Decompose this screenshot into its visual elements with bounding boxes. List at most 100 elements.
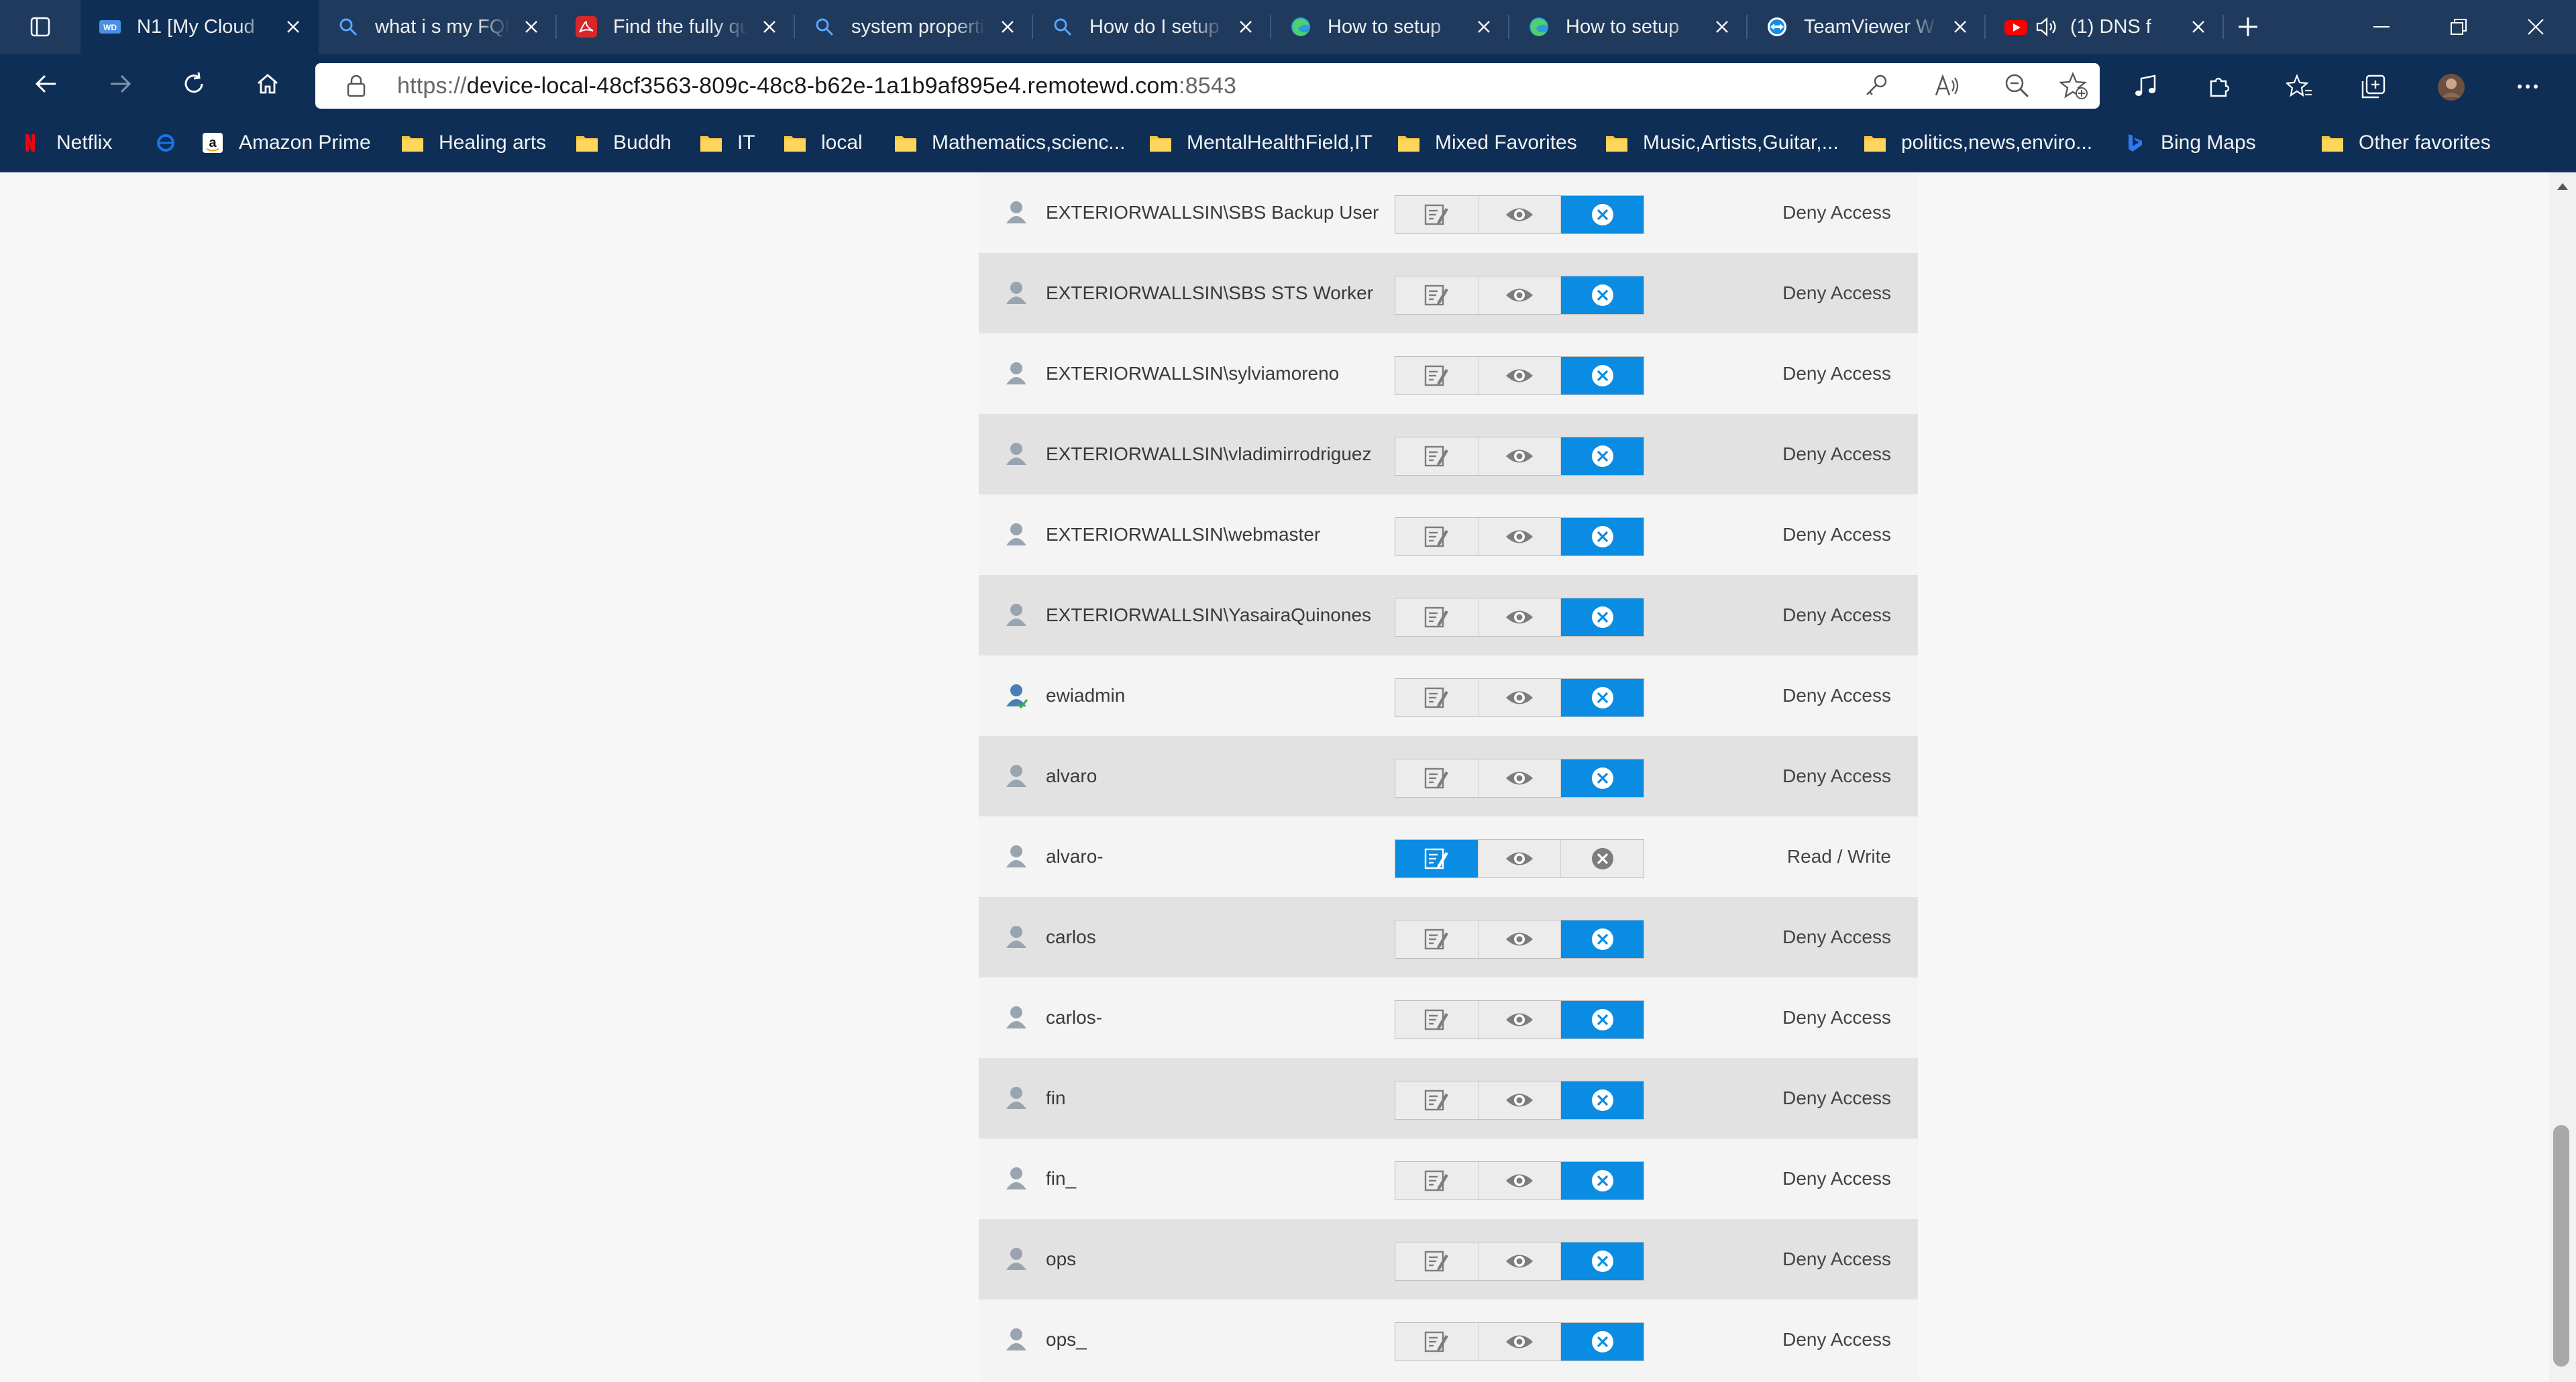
refresh-button[interactable] bbox=[174, 64, 213, 103]
close-tab-icon[interactable] bbox=[760, 17, 779, 36]
read-only-button[interactable] bbox=[1479, 679, 1562, 716]
favorite-folder[interactable]: IT bbox=[700, 114, 755, 172]
page-scrollbar[interactable] bbox=[2549, 172, 2576, 1382]
scrollbar-thumb[interactable] bbox=[2553, 1125, 2569, 1367]
favorite-link[interactable]: a Amazon Prime bbox=[201, 114, 371, 172]
read-write-button[interactable] bbox=[1395, 1323, 1479, 1361]
extensions-button[interactable] bbox=[2199, 66, 2239, 107]
collections-button[interactable] bbox=[2353, 66, 2394, 107]
close-tab-icon[interactable] bbox=[2189, 17, 2208, 36]
home-button[interactable] bbox=[248, 64, 287, 103]
favorite-folder[interactable]: Mathematics,scienc... bbox=[894, 114, 1125, 172]
read-write-button[interactable] bbox=[1395, 679, 1479, 716]
deny-access-button[interactable] bbox=[1561, 276, 1644, 314]
read-only-button[interactable] bbox=[1479, 276, 1562, 314]
read-only-button[interactable] bbox=[1479, 518, 1562, 555]
read-write-button[interactable] bbox=[1395, 518, 1479, 555]
read-only-button[interactable] bbox=[1479, 196, 1562, 233]
favorites-button[interactable] bbox=[2279, 66, 2320, 107]
favorite-folder[interactable]: Mixed Favorites bbox=[1397, 114, 1577, 172]
url-text[interactable]: https://device-local-48cf3563-809c-48c8-… bbox=[397, 63, 1236, 109]
browser-tab[interactable]: How do I setup bbox=[1033, 0, 1271, 54]
read-write-button[interactable] bbox=[1395, 840, 1479, 878]
read-write-button[interactable] bbox=[1395, 196, 1479, 233]
read-write-button[interactable] bbox=[1395, 759, 1479, 797]
close-tab-icon[interactable] bbox=[1713, 17, 1731, 36]
close-tab-icon[interactable] bbox=[1236, 17, 1255, 36]
close-tab-icon[interactable] bbox=[1474, 17, 1493, 36]
deny-access-button[interactable] bbox=[1561, 518, 1644, 555]
read-only-button[interactable] bbox=[1479, 1001, 1562, 1039]
browser-tab[interactable]: (1) DNS f bbox=[1986, 0, 2224, 54]
deny-access-button[interactable] bbox=[1561, 357, 1644, 394]
back-button[interactable] bbox=[27, 64, 66, 103]
deny-access-button[interactable] bbox=[1561, 1081, 1644, 1119]
browser-tab[interactable]: TeamViewer W bbox=[1748, 0, 1986, 54]
read-write-button[interactable] bbox=[1395, 1081, 1479, 1119]
minimize-button[interactable] bbox=[2345, 0, 2418, 54]
read-only-button[interactable] bbox=[1479, 598, 1562, 636]
favorite-link[interactable]: Bing Maps bbox=[2123, 114, 2256, 172]
deny-access-button[interactable] bbox=[1561, 1162, 1644, 1200]
browser-tab[interactable]: How to setup bbox=[1271, 0, 1509, 54]
read-write-button[interactable] bbox=[1395, 920, 1479, 958]
scroll-up-arrow-icon[interactable] bbox=[2556, 182, 2569, 191]
deny-access-button[interactable] bbox=[1561, 1001, 1644, 1039]
add-favorite-button[interactable] bbox=[2059, 71, 2089, 101]
deny-access-button[interactable] bbox=[1561, 1242, 1644, 1280]
read-write-button[interactable] bbox=[1395, 357, 1479, 394]
deny-access-button[interactable] bbox=[1561, 196, 1644, 233]
favorite-folder[interactable]: MentalHealthField,IT bbox=[1149, 114, 1373, 172]
read-only-button[interactable] bbox=[1479, 357, 1562, 394]
read-only-button[interactable] bbox=[1479, 437, 1562, 475]
password-key-button[interactable] bbox=[1862, 71, 1891, 101]
read-write-button[interactable] bbox=[1395, 1162, 1479, 1200]
read-write-button[interactable] bbox=[1395, 276, 1479, 314]
restore-button[interactable] bbox=[2422, 0, 2496, 54]
browser-tab[interactable]: what i s my FQDN bbox=[319, 0, 557, 54]
close-tab-icon[interactable] bbox=[522, 17, 541, 36]
browser-tab[interactable]: system properties bbox=[795, 0, 1033, 54]
deny-access-button[interactable] bbox=[1561, 840, 1644, 878]
favorite-link[interactable]: Netflix bbox=[19, 114, 112, 172]
address-bar[interactable]: https://device-local-48cf3563-809c-48c8-… bbox=[315, 63, 2100, 109]
favorite-folder[interactable]: politics,news,enviro... bbox=[1864, 114, 2092, 172]
read-write-button[interactable] bbox=[1395, 1001, 1479, 1039]
read-aloud-button[interactable] bbox=[1932, 71, 1962, 101]
lock-icon[interactable] bbox=[346, 74, 366, 98]
browser-tab[interactable]: WD N1 [My Cloud bbox=[80, 0, 319, 54]
read-write-button[interactable] bbox=[1395, 437, 1479, 475]
close-tab-icon[interactable] bbox=[1951, 17, 1970, 36]
deny-access-button[interactable] bbox=[1561, 920, 1644, 958]
browser-tab[interactable]: How to setup bbox=[1509, 0, 1748, 54]
speaker-icon[interactable] bbox=[2035, 16, 2058, 38]
deny-access-button[interactable] bbox=[1561, 1323, 1644, 1361]
deny-access-button[interactable] bbox=[1561, 679, 1644, 716]
read-only-button[interactable] bbox=[1479, 920, 1562, 958]
deny-access-button[interactable] bbox=[1561, 598, 1644, 636]
read-only-button[interactable] bbox=[1479, 1242, 1562, 1280]
read-write-button[interactable] bbox=[1395, 598, 1479, 636]
favorite-folder[interactable]: Music,Artists,Guitar,... bbox=[1605, 114, 1839, 172]
zoom-button[interactable] bbox=[2002, 71, 2032, 101]
deny-access-button[interactable] bbox=[1561, 759, 1644, 797]
deny-access-button[interactable] bbox=[1561, 437, 1644, 475]
forward-button[interactable] bbox=[101, 64, 140, 103]
settings-menu-button[interactable] bbox=[2508, 66, 2548, 107]
favorite-folder[interactable]: Healing arts bbox=[401, 114, 546, 172]
read-only-button[interactable] bbox=[1479, 840, 1562, 878]
profile-button[interactable] bbox=[2430, 66, 2471, 107]
browser-tab[interactable]: Find the fully qualified bbox=[557, 0, 795, 54]
other-favorites-folder[interactable]: Other favorites bbox=[2321, 114, 2491, 172]
favorite-folder[interactable]: local bbox=[784, 114, 863, 172]
workspaces-button[interactable] bbox=[13, 8, 67, 46]
read-only-button[interactable] bbox=[1479, 1323, 1562, 1361]
media-button[interactable] bbox=[2125, 66, 2165, 107]
read-only-button[interactable] bbox=[1479, 1162, 1562, 1200]
read-write-button[interactable] bbox=[1395, 1242, 1479, 1280]
new-tab-button[interactable] bbox=[2231, 9, 2265, 44]
close-tab-icon[interactable] bbox=[998, 17, 1017, 36]
favorite-link[interactable] bbox=[154, 114, 192, 172]
close-tab-icon[interactable] bbox=[284, 17, 303, 36]
close-window-button[interactable] bbox=[2499, 0, 2573, 54]
